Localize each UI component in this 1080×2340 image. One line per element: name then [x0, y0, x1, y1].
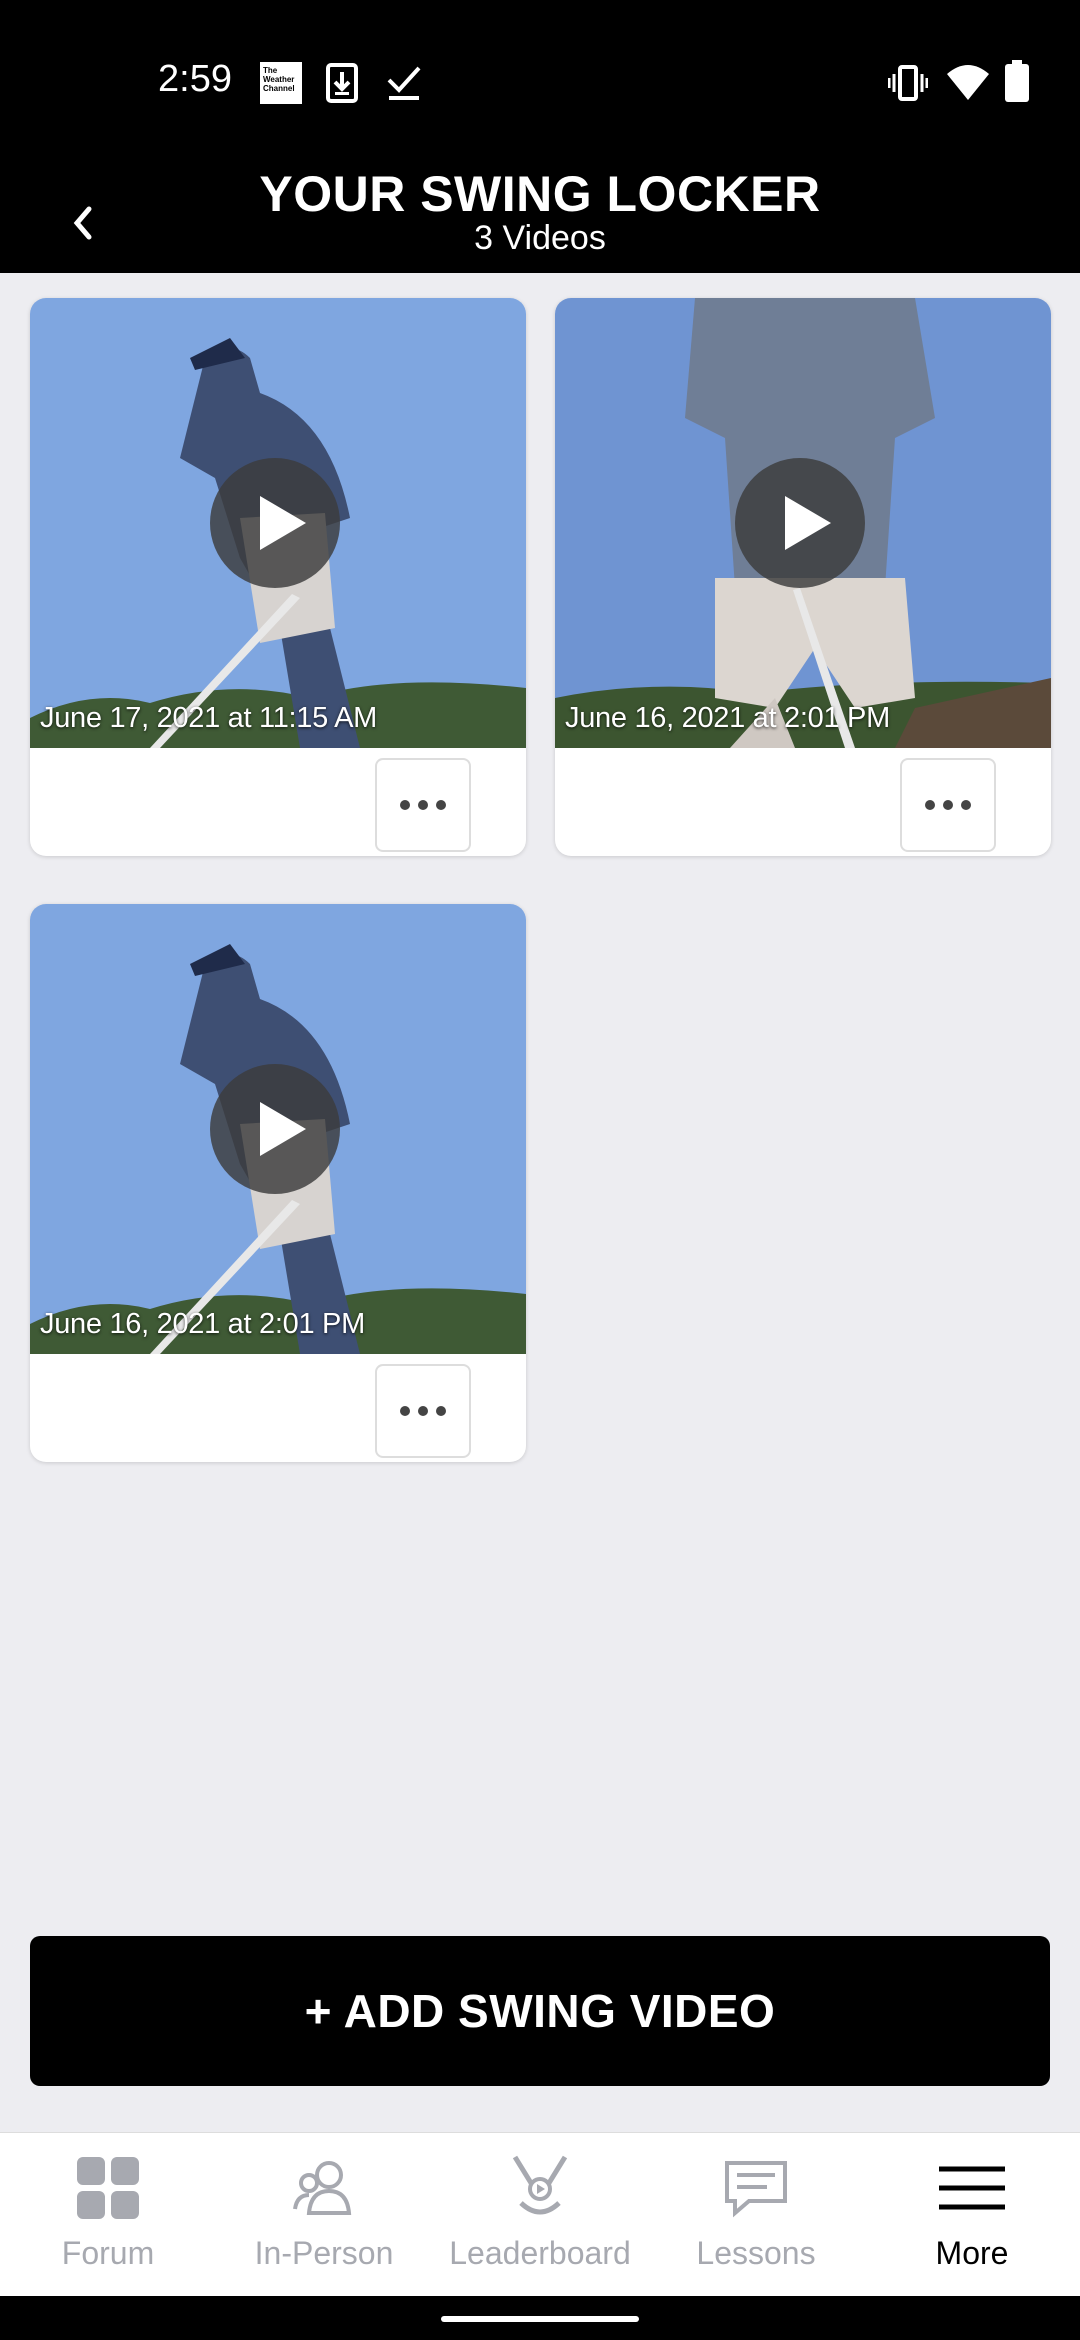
nav-label: More — [935, 2235, 1009, 2271]
battery-icon — [1005, 60, 1029, 102]
video-thumbnail[interactable]: June 16, 2021 at 2:01 PM — [30, 904, 526, 1354]
more-dots-icon — [400, 1406, 410, 1416]
vibrate-icon — [888, 65, 928, 101]
add-swing-video-button[interactable]: + ADD SWING VIDEO — [30, 1936, 1050, 2086]
page-title: YOUR SWING LOCKER — [259, 166, 821, 222]
video-card: June 17, 2021 at 11:15 AM — [30, 298, 526, 856]
more-options-button[interactable] — [900, 758, 996, 852]
play-icon[interactable] — [210, 1064, 340, 1194]
nav-item-lessons[interactable]: Lessons — [648, 2133, 864, 2297]
nav-item-in-person[interactable]: In-Person — [216, 2133, 432, 2297]
more-options-button[interactable] — [375, 758, 471, 852]
video-count: 3 Videos — [474, 219, 606, 257]
video-thumbnail[interactable]: June 17, 2021 at 11:15 AM — [30, 298, 526, 748]
play-icon[interactable] — [210, 458, 340, 588]
nav-item-forum[interactable]: Forum — [0, 2133, 216, 2297]
play-icon[interactable] — [735, 458, 865, 588]
weather-channel-icon: The Weather Channel — [260, 62, 302, 104]
video-date: June 16, 2021 at 2:01 PM — [565, 702, 890, 734]
home-gesture-handle[interactable] — [441, 2316, 639, 2322]
status-bar: 2:59 The Weather Channel — [0, 0, 1080, 165]
grid-icon — [77, 2157, 139, 2219]
video-card: June 16, 2021 at 2:01 PM — [30, 904, 526, 1462]
app-header: YOUR SWING LOCKER 3 Videos — [0, 165, 1080, 273]
more-dots-icon — [925, 800, 935, 810]
wifi-icon — [947, 65, 989, 100]
nav-label: Forum — [61, 2235, 155, 2271]
video-card: June 16, 2021 at 2:01 PM — [555, 298, 1051, 856]
video-thumbnail[interactable]: June 16, 2021 at 2:01 PM — [555, 298, 1051, 748]
video-date: June 16, 2021 at 2:01 PM — [40, 1308, 365, 1340]
more-dots-icon — [400, 800, 410, 810]
chat-icon — [725, 2161, 787, 2218]
menu-icon — [939, 2166, 1005, 2210]
bottom-nav: Forum In-Person Leaderboard Lessons More — [0, 2132, 1080, 2296]
gesture-bar — [0, 2296, 1080, 2340]
download-icon — [326, 63, 358, 103]
check-icon — [387, 66, 421, 100]
nav-item-leaderboard[interactable]: Leaderboard — [432, 2133, 648, 2297]
status-time: 2:59 — [158, 58, 232, 100]
nav-label: In-Person — [254, 2235, 394, 2271]
more-options-button[interactable] — [375, 1364, 471, 1458]
people-icon — [293, 2161, 352, 2215]
nav-item-more[interactable]: More — [864, 2133, 1080, 2297]
video-date: June 17, 2021 at 11:15 AM — [40, 702, 378, 734]
nav-label: Lessons — [696, 2235, 816, 2271]
nav-label: Leaderboard — [449, 2235, 631, 2271]
golf-clubs-icon — [512, 2155, 568, 2215]
